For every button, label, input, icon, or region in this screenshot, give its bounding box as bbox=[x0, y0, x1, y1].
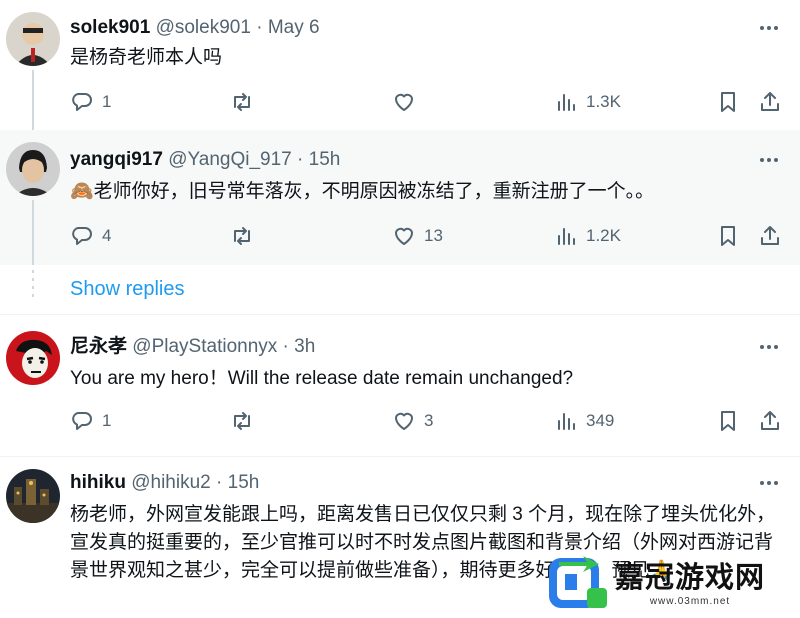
show-replies-link[interactable]: Show replies bbox=[70, 277, 185, 301]
share-button[interactable] bbox=[758, 87, 782, 117]
view-count: 1.3K bbox=[586, 92, 621, 111]
reply-count: 1 bbox=[102, 411, 112, 430]
user-handle[interactable]: @solek901 bbox=[156, 17, 251, 38]
user-handle[interactable]: @hihiku2 bbox=[131, 472, 211, 493]
like-button[interactable]: 13 bbox=[392, 221, 443, 251]
retweet-button[interactable] bbox=[230, 221, 262, 251]
tweet-text: You are my hero！Will the release date re… bbox=[70, 368, 574, 389]
tweet-playstationnyx[interactable]: 尼永孝 @PlayStationnyx · 3h You are my hero… bbox=[0, 315, 800, 455]
user-handle[interactable]: @PlayStationnyx bbox=[132, 336, 277, 357]
views-button[interactable]: 1.2K bbox=[554, 221, 621, 251]
display-name[interactable]: yangqi917 bbox=[70, 149, 163, 170]
bookmark-icon bbox=[721, 92, 735, 112]
reply-count: 4 bbox=[102, 226, 112, 245]
reply-button[interactable]: 1 bbox=[70, 406, 111, 436]
tweet-header: hihiku @hihiku2 · 15h bbox=[70, 471, 259, 495]
thread-dots bbox=[32, 270, 34, 300]
reply-count: 1 bbox=[102, 92, 112, 111]
bookmark-icon bbox=[721, 411, 735, 431]
tweet-header: solek901 @solek901 · May 6 bbox=[70, 16, 320, 40]
retweet-button[interactable] bbox=[230, 87, 262, 117]
share-icon bbox=[761, 411, 779, 430]
avatar[interactable] bbox=[6, 12, 60, 66]
user-handle[interactable]: @YangQi_917 bbox=[168, 149, 292, 170]
avatar[interactable] bbox=[6, 469, 60, 523]
site-watermark: 嘉冠游戏网 www.03mm.net bbox=[547, 553, 792, 613]
timestamp[interactable]: 15h bbox=[309, 149, 341, 170]
separator: · bbox=[282, 336, 289, 357]
reply-icon bbox=[72, 93, 92, 111]
heart-icon bbox=[395, 412, 413, 430]
more-icon[interactable] bbox=[754, 473, 784, 493]
timestamp[interactable]: 3h bbox=[294, 336, 315, 357]
like-button[interactable]: 3 bbox=[392, 406, 433, 436]
bookmark-button[interactable] bbox=[716, 87, 740, 117]
views-icon bbox=[558, 413, 575, 430]
tweet-header: yangqi917 @YangQi_917 · 15h bbox=[70, 148, 340, 172]
share-button[interactable] bbox=[758, 221, 782, 251]
more-icon[interactable] bbox=[754, 337, 784, 357]
retweet-icon bbox=[234, 412, 250, 430]
reply-icon bbox=[72, 412, 92, 430]
display-name[interactable]: solek901 bbox=[70, 17, 150, 38]
watermark-logo bbox=[547, 554, 611, 612]
timestamp[interactable]: 15h bbox=[228, 472, 260, 493]
tweet-text: 🙈老师你好，旧号常年落灰，不明原因被冻结了，重新注册了一个。。 bbox=[70, 181, 655, 202]
avatar[interactable] bbox=[6, 331, 60, 385]
separator: · bbox=[216, 472, 223, 493]
more-icon[interactable] bbox=[754, 18, 784, 38]
watermark-text: 嘉冠游戏网 www.03mm.net bbox=[615, 560, 765, 607]
separator: · bbox=[256, 17, 263, 38]
tweet-actions: 1 1.3K bbox=[70, 87, 792, 117]
like-count: 3 bbox=[424, 411, 434, 430]
retweet-button[interactable] bbox=[230, 406, 262, 436]
views-button[interactable]: 349 bbox=[554, 406, 614, 436]
heart-icon bbox=[395, 93, 413, 111]
display-name[interactable]: hihiku bbox=[70, 472, 126, 493]
retweet-icon bbox=[234, 93, 250, 111]
like-count: 13 bbox=[424, 226, 443, 245]
more-icon[interactable] bbox=[754, 150, 784, 170]
like-button[interactable] bbox=[392, 87, 424, 117]
tweet-actions: 4 13 1.2K bbox=[70, 221, 792, 251]
bookmark-icon bbox=[721, 226, 735, 246]
view-count: 1.2K bbox=[586, 226, 621, 245]
separator: · bbox=[297, 149, 304, 170]
bookmark-button[interactable] bbox=[716, 406, 740, 436]
avatar[interactable] bbox=[6, 142, 60, 196]
watermark-title: 嘉冠游戏网 bbox=[615, 559, 766, 594]
timestamp[interactable]: May 6 bbox=[268, 17, 320, 38]
share-icon bbox=[761, 92, 779, 111]
tweet-header: 尼永孝 @PlayStationnyx · 3h bbox=[70, 335, 315, 359]
reply-button[interactable]: 1 bbox=[70, 87, 111, 117]
thread-line bbox=[32, 200, 34, 265]
reply-icon bbox=[72, 227, 92, 245]
display-name[interactable]: 尼永孝 bbox=[70, 336, 127, 357]
views-icon bbox=[558, 94, 575, 111]
bookmark-button[interactable] bbox=[716, 221, 740, 251]
share-button[interactable] bbox=[758, 406, 782, 436]
share-icon bbox=[761, 226, 779, 245]
reply-button[interactable]: 4 bbox=[70, 221, 111, 251]
views-button[interactable]: 1.3K bbox=[554, 87, 621, 117]
watermark-url: www.03mm.net bbox=[649, 595, 731, 607]
retweet-icon bbox=[234, 227, 250, 245]
tweet-actions: 1 3 349 bbox=[70, 406, 792, 436]
tweet-text: 是杨奇老师本人吗 bbox=[70, 47, 223, 68]
tweet-yangqi917[interactable]: yangqi917 @YangQi_917 · 15h 🙈老师你好，旧号常年落灰… bbox=[0, 130, 800, 265]
thread-line bbox=[32, 70, 34, 130]
tweet-solek901[interactable]: solek901 @solek901 · May 6 是杨奇老师本人吗 1 1.… bbox=[0, 0, 800, 130]
heart-icon bbox=[395, 227, 413, 245]
view-count: 349 bbox=[586, 411, 615, 430]
views-icon bbox=[558, 228, 575, 245]
